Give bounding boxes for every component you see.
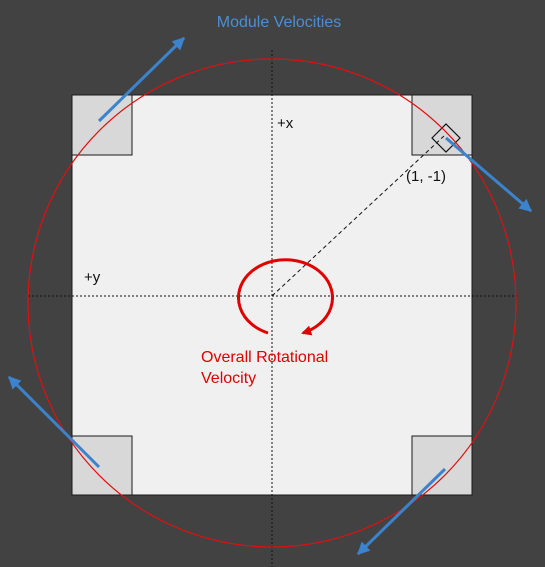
y-axis-label: +y bbox=[84, 269, 101, 286]
diagram-title: Module Velocities bbox=[217, 14, 342, 31]
module-front-left bbox=[71, 94, 133, 156]
module-coordinate-label: (1, -1) bbox=[406, 168, 446, 185]
swerve-diagram: Module Velocities +x +y (1, -1) Overall … bbox=[0, 0, 545, 567]
rotation-label-line2: Velocity bbox=[201, 370, 256, 387]
module-back-left bbox=[71, 435, 133, 496]
rotation-label-line1: Overall Rotational bbox=[201, 349, 328, 366]
diagram-canvas: Module Velocities +x +y (1, -1) Overall … bbox=[0, 0, 545, 567]
module-front-right bbox=[411, 94, 473, 156]
x-axis-label: +x bbox=[277, 115, 294, 132]
module-back-right bbox=[411, 435, 473, 496]
